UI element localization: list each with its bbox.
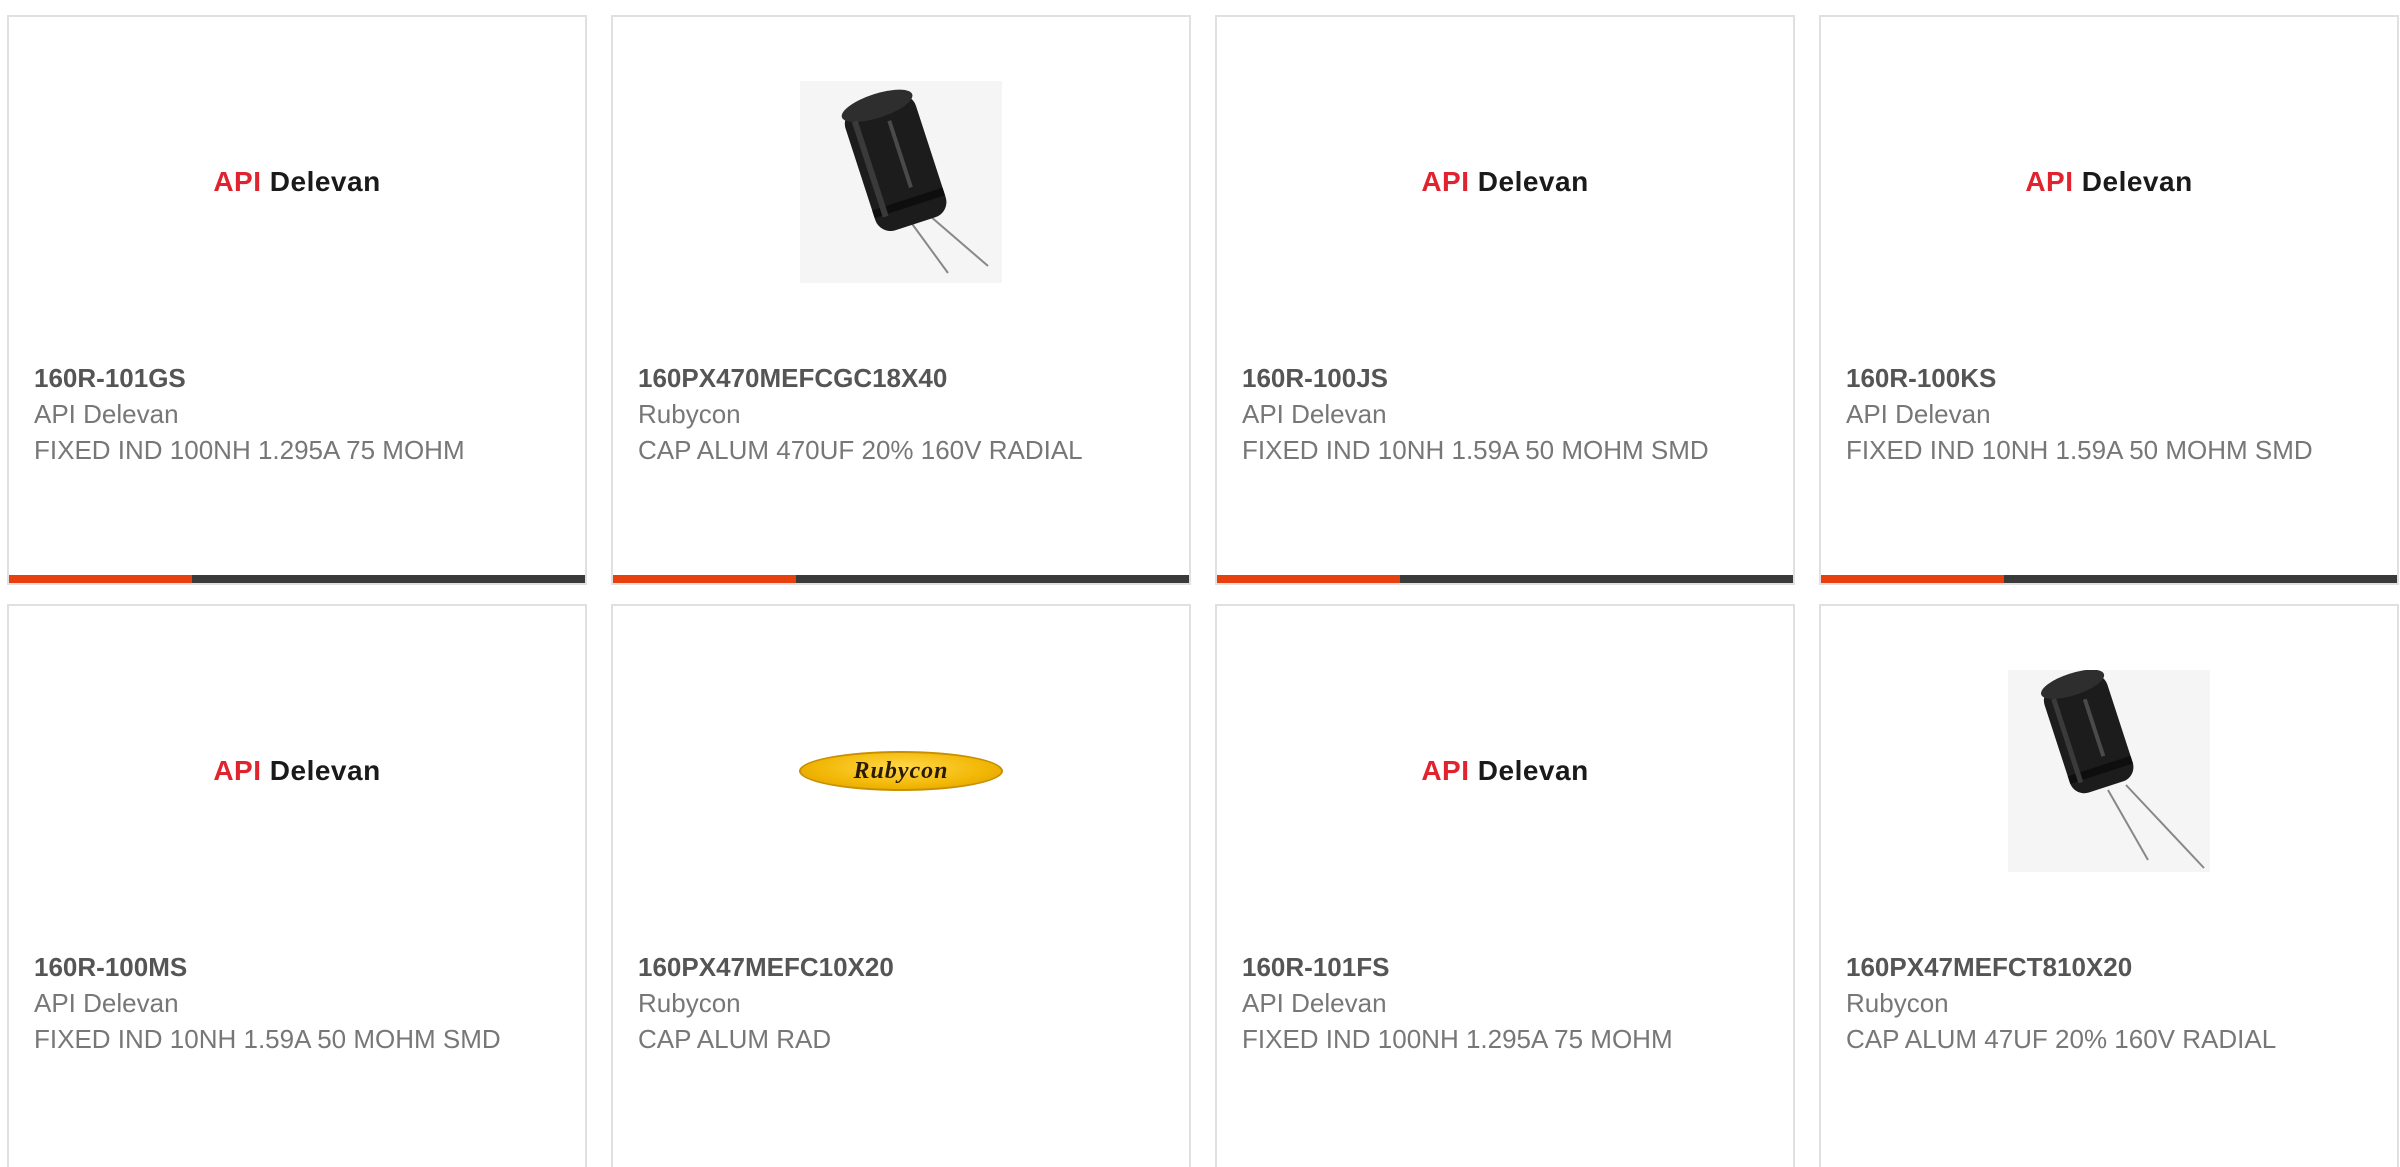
description: FIXED IND 10NH 1.59A 50 MOHM SMD bbox=[1242, 435, 1709, 465]
description: FIXED IND 10NH 1.59A 50 MOHM SMD bbox=[1846, 435, 2313, 465]
card-progress-bar bbox=[9, 575, 585, 583]
product-image[interactable]: API Delevan bbox=[1821, 77, 2397, 287]
manufacturer: API Delevan bbox=[1846, 399, 1991, 429]
part-number[interactable]: 160R-100MS bbox=[34, 949, 560, 985]
part-number[interactable]: 160PX470MEFCGC18X40 bbox=[638, 360, 1164, 396]
card-accent bbox=[1821, 575, 2004, 583]
rubycon-logo: Rubycon bbox=[799, 751, 1003, 791]
card-accent bbox=[1217, 575, 1400, 583]
manufacturer: API Delevan bbox=[1242, 988, 1387, 1018]
product-image[interactable]: API Delevan bbox=[9, 666, 585, 876]
product-grid: API Delevan 160R-101GS API Delevan FIXED… bbox=[0, 0, 2400, 1167]
manufacturer: API Delevan bbox=[1242, 399, 1387, 429]
card-accent bbox=[613, 575, 796, 583]
part-number[interactable]: 160PX47MEFCT810X20 bbox=[1846, 949, 2372, 985]
product-card[interactable]: API Delevan 160R-101FS API Delevan FIXED… bbox=[1215, 604, 1795, 1167]
manufacturer: Rubycon bbox=[1846, 988, 1949, 1018]
api-delevan-logo: API Delevan bbox=[2025, 166, 2193, 197]
part-number[interactable]: 160R-101GS bbox=[34, 360, 560, 396]
product-image[interactable]: API Delevan bbox=[1217, 666, 1793, 876]
product-card[interactable]: Rubycon 160PX47MEFC10X20 Rubycon CAP ALU… bbox=[611, 604, 1191, 1167]
description: CAP ALUM 47UF 20% 160V RADIAL bbox=[1846, 1024, 2277, 1054]
card-accent bbox=[9, 575, 192, 583]
part-number[interactable]: 160R-100KS bbox=[1846, 360, 2372, 396]
description: CAP ALUM 470UF 20% 160V RADIAL bbox=[638, 435, 1083, 465]
card-progress-bar bbox=[1821, 575, 2397, 583]
product-card[interactable]: API Delevan 160R-100KS API Delevan FIXED… bbox=[1819, 15, 2399, 585]
product-card[interactable]: API Delevan 160R-100MS API Delevan FIXED… bbox=[7, 604, 587, 1167]
product-card[interactable]: API Delevan 160R-101GS API Delevan FIXED… bbox=[7, 15, 587, 585]
product-card[interactable]: 160PX470MEFCGC18X40 Rubycon CAP ALUM 470… bbox=[611, 15, 1191, 585]
product-image[interactable]: API Delevan bbox=[9, 77, 585, 287]
product-image[interactable]: API Delevan bbox=[1217, 77, 1793, 287]
api-delevan-logo: API Delevan bbox=[1421, 166, 1589, 197]
part-number[interactable]: 160R-100JS bbox=[1242, 360, 1768, 396]
description: CAP ALUM RAD bbox=[638, 1024, 832, 1054]
description: FIXED IND 100NH 1.295A 75 MOHM bbox=[34, 435, 465, 465]
card-progress-bar bbox=[613, 575, 1189, 583]
part-number[interactable]: 160PX47MEFC10X20 bbox=[638, 949, 1164, 985]
manufacturer: API Delevan bbox=[34, 988, 179, 1018]
capacitor-photo bbox=[800, 81, 1002, 283]
api-delevan-logo: API Delevan bbox=[213, 755, 381, 786]
product-image[interactable] bbox=[1821, 666, 2397, 876]
capacitor-photo bbox=[2008, 670, 2210, 872]
card-progress-bar bbox=[1217, 575, 1793, 583]
manufacturer: API Delevan bbox=[34, 399, 179, 429]
manufacturer: Rubycon bbox=[638, 988, 741, 1018]
part-number[interactable]: 160R-101FS bbox=[1242, 949, 1768, 985]
api-delevan-logo: API Delevan bbox=[1421, 755, 1589, 786]
api-delevan-logo: API Delevan bbox=[213, 166, 381, 197]
product-card[interactable]: API Delevan 160R-100JS API Delevan FIXED… bbox=[1215, 15, 1795, 585]
manufacturer: Rubycon bbox=[638, 399, 741, 429]
description: FIXED IND 100NH 1.295A 75 MOHM bbox=[1242, 1024, 1673, 1054]
description: FIXED IND 10NH 1.59A 50 MOHM SMD bbox=[34, 1024, 501, 1054]
product-image[interactable] bbox=[613, 77, 1189, 287]
product-image[interactable]: Rubycon bbox=[613, 666, 1189, 876]
product-card[interactable]: 160PX47MEFCT810X20 Rubycon CAP ALUM 47UF… bbox=[1819, 604, 2399, 1167]
